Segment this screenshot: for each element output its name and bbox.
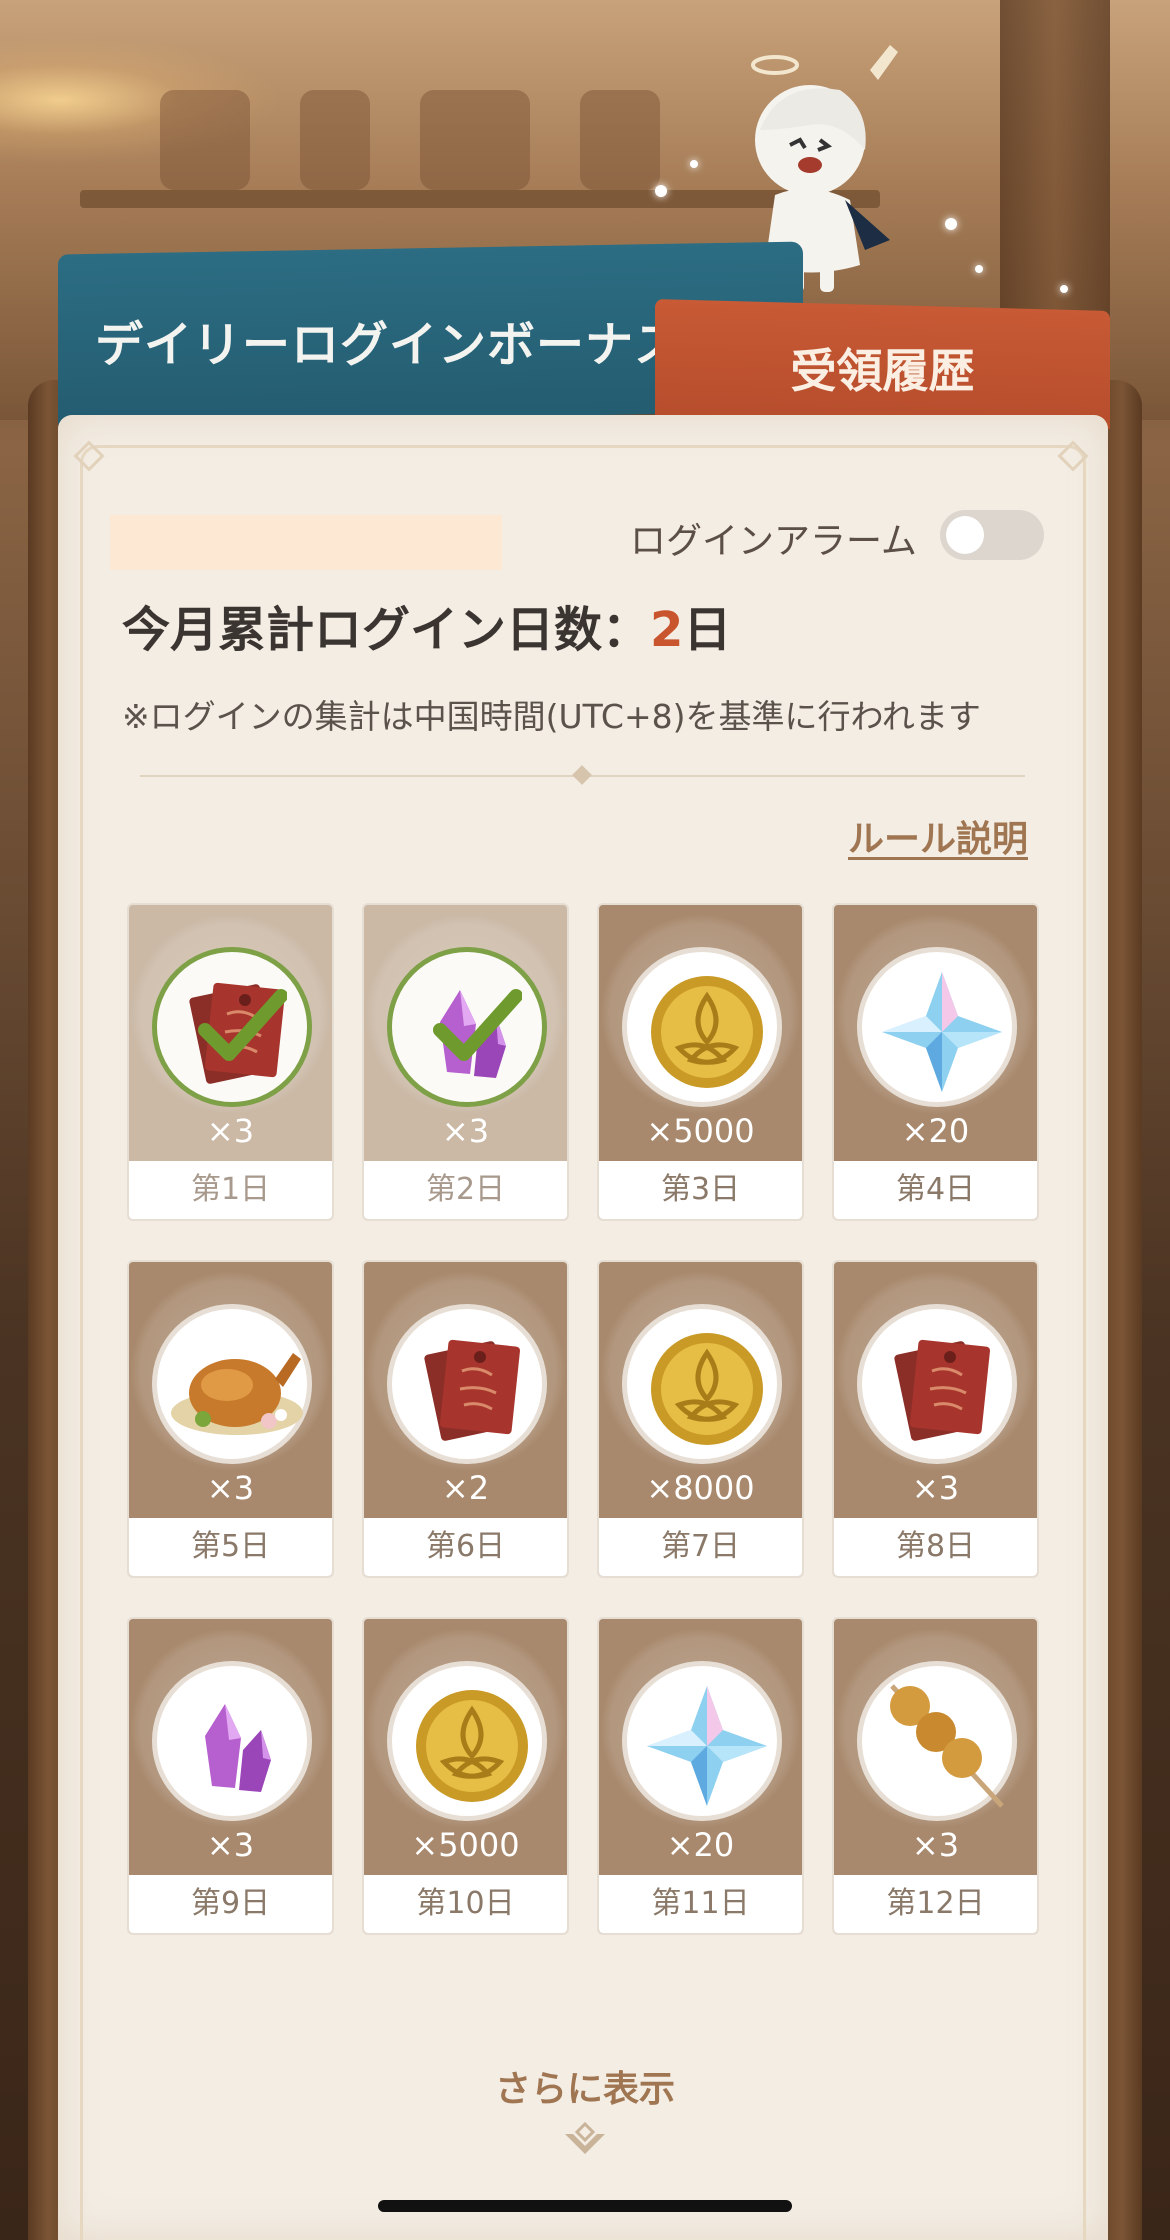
login-alarm-toggle[interactable]	[940, 510, 1044, 560]
login-count-suffix: 日	[683, 602, 732, 658]
reward-day-label: 第5日	[129, 1518, 332, 1576]
reward-icon-frame	[387, 1661, 547, 1821]
reward-day-label: 第2日	[364, 1161, 567, 1219]
reward-icon-frame	[622, 947, 782, 1107]
reward-card[interactable]: ×5000 第3日	[597, 903, 804, 1221]
reward-day-label: 第12日	[834, 1875, 1037, 1933]
reward-card[interactable]: ×20 第4日	[832, 903, 1039, 1221]
reward-icon-frame	[857, 1661, 1017, 1821]
reward-day-label: 第9日	[129, 1875, 332, 1933]
shelf-jar	[580, 90, 660, 190]
reward-quantity: ×3	[206, 1826, 255, 1864]
reward-quantity: ×5000	[411, 1826, 520, 1864]
reward-card[interactable]: ×2 第6日	[362, 1260, 569, 1578]
reward-quantity: ×5000	[646, 1112, 755, 1150]
reward-card[interactable]: ×3 第5日	[127, 1260, 334, 1578]
reward-icon-frame	[857, 947, 1017, 1107]
reward-card[interactable]: ×3 第2日	[362, 903, 569, 1221]
mora-coin-icon	[651, 1333, 763, 1445]
chevron-down-icon[interactable]	[563, 2120, 607, 2164]
sparkle-icon	[975, 265, 983, 273]
checkmark-icon	[198, 989, 287, 1061]
reward-card[interactable]: ×8000 第7日	[597, 1260, 804, 1578]
shelf-jar	[300, 90, 370, 190]
login-count-prefix: 今月累計ログイン日数：	[122, 602, 651, 658]
reward-day-label: 第10日	[364, 1875, 567, 1933]
reward-quantity: ×20	[666, 1826, 735, 1864]
login-count-value: 2	[650, 602, 684, 658]
reward-icon-frame	[622, 1661, 782, 1821]
login-count: 今月累計ログイン日数：2日	[122, 590, 731, 660]
shelf-jar	[420, 90, 530, 190]
roast-chicken-icon	[171, 1353, 303, 1435]
mora-coin-icon	[651, 976, 763, 1088]
reward-icon-frame	[622, 1304, 782, 1464]
reward-day-label: 第7日	[599, 1518, 802, 1576]
reward-day-label: 第1日	[129, 1161, 332, 1219]
shelf-jar	[160, 90, 250, 190]
skewer-icon	[890, 1684, 1004, 1808]
mystic-crystal-icon	[205, 1704, 271, 1792]
hero-wit-book-icon	[894, 1339, 991, 1441]
reward-card[interactable]: ×3 第8日	[832, 1260, 1039, 1578]
reward-day-label: 第8日	[834, 1518, 1037, 1576]
reward-card[interactable]: ×3 第9日	[127, 1617, 334, 1935]
rules-link[interactable]: ルール説明	[848, 810, 1028, 862]
reward-quantity: ×3	[911, 1469, 960, 1507]
reward-quantity: ×3	[911, 1826, 960, 1864]
home-indicator	[378, 2200, 792, 2212]
reward-day-label: 第6日	[364, 1518, 567, 1576]
mora-coin-icon	[416, 1690, 528, 1802]
reward-quantity: ×3	[206, 1112, 255, 1150]
reward-quantity: ×3	[206, 1469, 255, 1507]
show-more-button[interactable]: さらに表示	[0, 2060, 1170, 2112]
reward-quantity: ×20	[901, 1112, 970, 1150]
reward-card[interactable]: ×3 第1日	[127, 903, 334, 1221]
sparkle-icon	[945, 218, 957, 230]
sparkle-icon	[1060, 285, 1068, 293]
primogem-icon	[647, 1686, 767, 1806]
timezone-notice: ※ログインの集計は中国時間(UTC+8)を基準に行われます	[122, 697, 981, 736]
toggle-knob	[946, 516, 984, 554]
reward-card[interactable]: ×5000 第10日	[362, 1617, 569, 1935]
tab-daily-login-bonus-label[interactable]: デイリーログインボーナス	[95, 305, 683, 375]
reward-quantity: ×3	[441, 1112, 490, 1150]
checkmark-icon	[433, 989, 522, 1061]
uid-redacted	[110, 515, 502, 570]
reward-day-label: 第4日	[834, 1161, 1037, 1219]
sparkle-icon	[655, 185, 667, 197]
reward-card[interactable]: ×20 第11日	[597, 1617, 804, 1935]
reward-icon-frame	[857, 1304, 1017, 1464]
reward-icon-frame	[152, 947, 312, 1107]
reward-icon-frame	[152, 1304, 312, 1464]
login-alarm-label: ログインアラーム	[630, 521, 917, 562]
reward-day-label: 第3日	[599, 1161, 802, 1219]
reward-icon-frame	[152, 1661, 312, 1821]
reward-quantity: ×8000	[646, 1469, 755, 1507]
reward-icon-frame	[387, 947, 547, 1107]
reward-quantity: ×2	[441, 1469, 490, 1507]
reward-icon-frame	[387, 1304, 547, 1464]
primogem-icon	[882, 972, 1002, 1092]
reward-day-label: 第11日	[599, 1875, 802, 1933]
tab-claim-history-label[interactable]: 受領履歴	[655, 335, 1110, 401]
reward-card[interactable]: ×3 第12日	[832, 1617, 1039, 1935]
hero-wit-book-icon	[424, 1339, 521, 1441]
sparkle-icon	[690, 160, 698, 168]
